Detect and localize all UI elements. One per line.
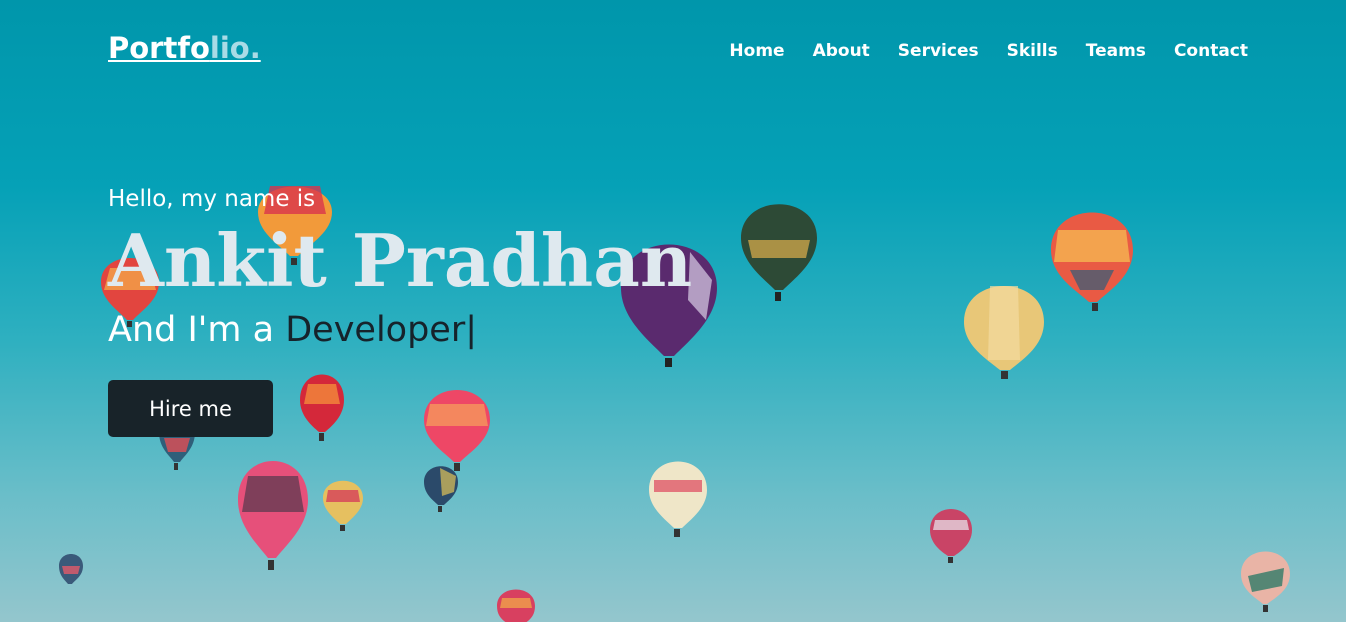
balloon-icon	[649, 461, 707, 537]
typing-cursor: |	[465, 310, 478, 350]
balloon-icon	[238, 461, 308, 570]
balloon-icon	[930, 509, 972, 563]
nav-item-about: About	[813, 41, 870, 61]
balloon-icon	[1241, 551, 1290, 612]
nav-item-home: Home	[729, 41, 784, 61]
nav-item-teams: Teams	[1086, 41, 1146, 61]
nav-link-services[interactable]: Services	[898, 41, 979, 61]
role-prefix: And I'm a	[108, 310, 286, 350]
balloon-icon	[964, 286, 1044, 379]
balloon-icon	[59, 554, 83, 584]
hero-name: Ankit Pradhan	[108, 218, 693, 303]
balloon-icon	[424, 390, 490, 471]
nav-link-teams[interactable]: Teams	[1086, 41, 1146, 61]
nav-link-contact[interactable]: Contact	[1174, 41, 1248, 61]
balloon-icon	[497, 589, 535, 622]
nav-menu: Home About Services Skills Teams Contact	[729, 41, 1248, 61]
balloon-icon	[323, 480, 363, 531]
navbar: Portfolio. Home About Services Skills Te…	[0, 0, 1346, 104]
logo-accent: lio.	[209, 31, 261, 65]
balloon-icon	[1051, 212, 1133, 311]
hero-role-line: And I'm a Developer|	[108, 310, 477, 350]
nav-item-contact: Contact	[1174, 41, 1248, 61]
balloon-icon	[741, 204, 817, 301]
nav-link-about[interactable]: About	[813, 41, 870, 61]
hire-me-button[interactable]: Hire me	[108, 380, 273, 437]
nav-item-services: Services	[898, 41, 979, 61]
balloon-icon	[300, 374, 344, 441]
logo[interactable]: Portfolio.	[108, 31, 261, 65]
typed-role: Developer	[285, 310, 466, 350]
nav-link-skills[interactable]: Skills	[1007, 41, 1058, 61]
nav-item-skills: Skills	[1007, 41, 1058, 61]
nav-link-home[interactable]: Home	[729, 41, 784, 61]
hero-greeting: Hello, my name is	[108, 186, 316, 212]
balloon-icon	[424, 466, 458, 512]
logo-text: Portfo	[108, 31, 210, 65]
